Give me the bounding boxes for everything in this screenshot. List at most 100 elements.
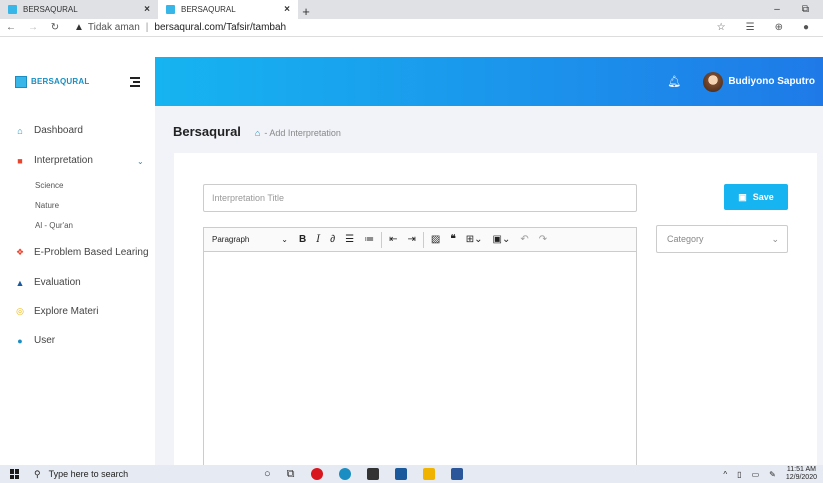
- sidebar-item-interpretation[interactable]: ■ Interpretation: [15, 155, 93, 166]
- outdent-icon[interactable]: ⇤: [389, 234, 397, 245]
- os-taskbar: ⚲ Type here to search ○ ⧉ ^ ▯ ▭ ✎ 11:51 …: [0, 465, 823, 483]
- cortana-icon[interactable]: ○: [264, 468, 271, 480]
- sidebar-item-evaluation[interactable]: ▲ Evaluation: [15, 277, 81, 288]
- brand-area: BERSAQURAL: [0, 57, 155, 106]
- indent-icon[interactable]: ⇥: [408, 234, 416, 245]
- forward-icon[interactable]: →: [22, 22, 44, 33]
- pen-icon[interactable]: ✎: [769, 470, 776, 479]
- sidebar-item-label: Evaluation: [34, 277, 81, 288]
- breadcrumb-current: - Add Interpretation: [264, 128, 341, 138]
- tab-title: BERSAQURAL: [23, 5, 78, 14]
- main-content: Bersaqural ⌂ - Add Interpretation ▣ Save…: [155, 106, 823, 466]
- windows-start-icon[interactable]: [10, 469, 20, 479]
- form-card: ▣ Save Paragraph ⌄ B I ∂ ☰ ≔ ⇤ ⇥ ▨ ❝ ⊞⌄: [174, 153, 817, 466]
- sidebar-item-e-problem[interactable]: ❖ E-Problem Based Learing: [15, 247, 149, 258]
- sidebar-subitem-alquran[interactable]: Al - Qur'an: [35, 221, 73, 230]
- close-tab-icon[interactable]: ×: [144, 4, 150, 15]
- avatar[interactable]: [703, 71, 724, 92]
- security-label[interactable]: Tidak aman: [88, 22, 140, 33]
- chevron-down-icon: ⌄: [771, 233, 779, 244]
- link-icon[interactable]: ∂: [330, 234, 335, 245]
- image-icon[interactable]: ▨: [431, 234, 440, 245]
- network-icon[interactable]: ▯: [737, 470, 741, 479]
- graduation-cap-icon: ▲: [15, 277, 25, 288]
- back-icon[interactable]: ←: [0, 22, 22, 33]
- favicon-icon: [8, 5, 17, 14]
- clock-date: 12/9/2020: [785, 474, 817, 481]
- tab-title: BERSAQURAL: [181, 5, 236, 14]
- gift-icon: ❖: [15, 247, 25, 257]
- home-icon[interactable]: ⌂: [255, 128, 260, 138]
- toolbar-divider: [381, 231, 383, 248]
- interpretation-title-input[interactable]: [203, 184, 637, 212]
- sidebar-item-label: Explore Materi: [34, 306, 99, 317]
- battery-icon[interactable]: ▭: [752, 470, 760, 479]
- chevron-down-icon: ⌄: [281, 235, 288, 244]
- media-embed-icon[interactable]: ▣⌄: [493, 234, 511, 245]
- file-explorer-icon[interactable]: [422, 468, 435, 480]
- top-header: 🔔︎ Budiyono Saputro: [155, 57, 823, 106]
- favorite-star-icon[interactable]: ☆: [717, 22, 726, 33]
- bold-icon[interactable]: B: [299, 234, 306, 245]
- save-label: Save: [752, 192, 774, 202]
- url-text[interactable]: bersaqural.com/Tafsir/tambah: [154, 22, 286, 33]
- paragraph-format-dropdown[interactable]: Paragraph ⌄: [212, 235, 294, 244]
- store-icon[interactable]: [366, 468, 379, 480]
- mail-icon[interactable]: [394, 468, 407, 480]
- close-tab-icon[interactable]: ×: [284, 4, 290, 15]
- opera-icon[interactable]: [310, 468, 323, 480]
- bulleted-list-icon[interactable]: ☰: [345, 234, 354, 245]
- browser-tab[interactable]: BERSAQURAL ×: [0, 0, 158, 19]
- italic-icon[interactable]: I: [316, 234, 320, 245]
- compass-icon: ◎: [16, 306, 24, 316]
- rich-text-editor: Paragraph ⌄ B I ∂ ☰ ≔ ⇤ ⇥ ▨ ❝ ⊞⌄ ▣⌄ ↶ ↷: [203, 227, 637, 466]
- taskbar-search[interactable]: ⚲ Type here to search: [34, 469, 234, 480]
- browser-tab-bar: BERSAQURAL × BERSAQURAL × + – ⧉: [0, 0, 823, 19]
- window-controls: – ⧉: [774, 0, 823, 19]
- sidebar-item-explore[interactable]: ◎ Explore Materi: [15, 306, 98, 317]
- redo-icon[interactable]: ↷: [539, 234, 547, 245]
- sidebar-item-user[interactable]: ● User: [15, 335, 55, 346]
- search-icon: ⚲: [34, 468, 41, 479]
- sidebar-subitem-nature[interactable]: Nature: [35, 201, 59, 210]
- collections-icon[interactable]: ⊕: [775, 22, 783, 33]
- save-button[interactable]: ▣ Save: [724, 184, 788, 210]
- favorites-list-icon[interactable]: ☰: [746, 22, 755, 33]
- floppy-disk-icon: ▣: [738, 191, 747, 202]
- home-icon: ⌂: [17, 125, 23, 136]
- page-title: Bersaqural: [173, 124, 241, 139]
- toolbar-divider: [422, 231, 424, 248]
- brand-name[interactable]: BERSAQURAL: [31, 77, 89, 86]
- sidebar-item-label: E-Problem Based Learing: [34, 247, 149, 258]
- address-bar-actions: ☆ ☰ ⊕ ●: [717, 22, 823, 33]
- restore-icon[interactable]: ⧉: [802, 4, 809, 15]
- url-separator: |: [145, 22, 149, 33]
- sidebar-subitem-science[interactable]: Science: [35, 181, 63, 190]
- numbered-list-icon[interactable]: ≔: [364, 234, 374, 245]
- new-tab-button[interactable]: +: [298, 4, 314, 19]
- sidebar-item-label: User: [34, 335, 56, 346]
- warning-icon: ▲: [74, 22, 84, 33]
- menu-toggle-icon[interactable]: [130, 77, 140, 89]
- table-icon[interactable]: ⊞⌄: [466, 234, 483, 245]
- user-name[interactable]: Budiyono Saputro: [728, 76, 815, 87]
- refresh-icon[interactable]: ↻: [44, 22, 66, 33]
- editor-content-area[interactable]: [204, 252, 636, 466]
- paragraph-format-label: Paragraph: [212, 235, 250, 244]
- browser-tab-active[interactable]: BERSAQURAL ×: [158, 0, 298, 19]
- clock[interactable]: 11:51 AM 12/9/2020: [786, 466, 817, 482]
- minimize-icon[interactable]: –: [774, 4, 780, 15]
- category-select[interactable]: Category ⌄: [656, 225, 788, 253]
- chevron-up-icon[interactable]: ^: [723, 470, 727, 479]
- blockquote-icon[interactable]: ❝: [450, 234, 455, 245]
- profile-icon[interactable]: ●: [803, 22, 809, 33]
- undo-icon[interactable]: ↶: [520, 234, 528, 245]
- sidebar-item-dashboard[interactable]: ⌂ Dashboard: [15, 125, 83, 136]
- task-view-icon[interactable]: ⧉: [287, 468, 295, 481]
- edge-icon[interactable]: [338, 468, 351, 480]
- bell-icon[interactable]: 🔔︎: [667, 75, 681, 88]
- address-bar: ← → ↻ ▲ Tidak aman | bersaqural.com/Tafs…: [0, 19, 823, 37]
- word-icon[interactable]: [450, 468, 463, 480]
- sidebar: ⌂ Dashboard ■ Interpretation ⌄ Science N…: [0, 106, 155, 465]
- chevron-down-icon[interactable]: ⌄: [137, 157, 144, 166]
